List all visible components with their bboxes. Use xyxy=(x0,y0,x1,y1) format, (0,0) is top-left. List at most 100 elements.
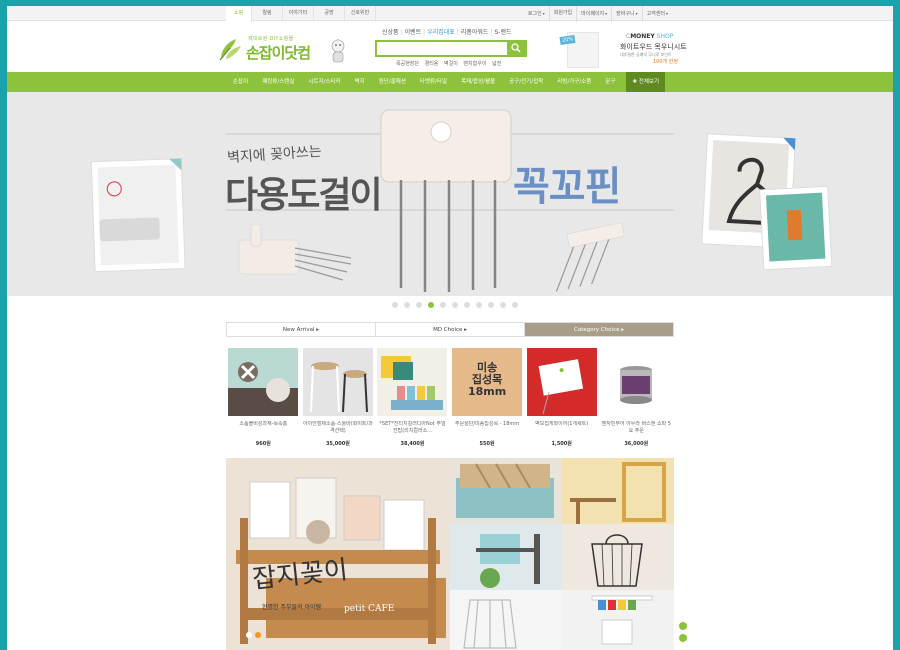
popular-keyword[interactable]: 벤치합우이 xyxy=(463,61,486,67)
product-image xyxy=(302,348,373,416)
feature-dot[interactable] xyxy=(246,632,252,638)
grid-photo-plants[interactable] xyxy=(450,524,562,590)
login-label: 로그인 xyxy=(527,11,542,17)
slider-dot-active[interactable] xyxy=(428,302,434,308)
slider-dot[interactable] xyxy=(512,302,518,308)
slider-dot[interactable] xyxy=(500,302,506,308)
product-name: 주문절단/미송집성목 - 18mm xyxy=(454,421,520,427)
site-logo[interactable]: 제대로된 DIY쇼핑몰 손잡이닷컴 xyxy=(218,30,348,70)
slider-dot[interactable] xyxy=(440,302,446,308)
product-card[interactable]: 미송 집성목 18mm 주문절단/미송집성목 - 18mm 550원 xyxy=(450,348,525,448)
slider-dot[interactable] xyxy=(392,302,398,308)
product-card[interactable]: 소품볼비성과재-목속홈 960원 xyxy=(226,348,301,448)
photo-grid xyxy=(450,458,674,650)
feature-dot-active[interactable] xyxy=(255,632,261,638)
tab-label: MD Choice xyxy=(433,327,463,333)
popular-keyword[interactable]: 넓전 xyxy=(492,61,501,67)
popular-keyword[interactable]: 목공현장단 xyxy=(396,61,419,67)
tab-signal[interactable]: 신호위반 xyxy=(345,6,376,21)
product-image xyxy=(526,348,597,416)
popular-keyword[interactable]: 경티용 xyxy=(425,61,439,67)
nav-item-fabric[interactable]: 원단/홈패션 xyxy=(372,72,413,92)
nav-item-living[interactable]: 리빙/가구/소품 xyxy=(550,72,598,92)
tab-workshop[interactable]: 공방 xyxy=(314,6,345,21)
tab-story[interactable]: 이야기터 xyxy=(283,6,314,21)
category-nav: 손잡이 패킹류/스탠실 시트지/스티커 벽지 원단/홈패션 타벳류/타일 목재/… xyxy=(7,72,893,92)
feature-subtitle: 현명한 주부들의 아이템 xyxy=(262,604,322,611)
slider-dot[interactable] xyxy=(488,302,494,308)
tab-md-choice[interactable]: MD Choice ▸ xyxy=(376,323,525,336)
search-input[interactable] xyxy=(377,42,507,55)
scroll-down-button[interactable] xyxy=(679,634,687,642)
grid-photo-books[interactable] xyxy=(562,590,674,650)
view-all-button[interactable]: ✚ 전체보기 xyxy=(626,72,666,92)
slider-dot[interactable] xyxy=(464,302,470,308)
product-price: 1,500원 xyxy=(551,441,572,447)
keyword-new[interactable]: 신상품 xyxy=(382,29,399,36)
signup-link[interactable]: 회원가입 xyxy=(548,6,576,22)
product-price: 36,000원 xyxy=(624,441,649,447)
hero-title-main: 다용도걸이 xyxy=(225,175,383,216)
grid-photo-shelves[interactable] xyxy=(562,458,674,524)
product-image xyxy=(228,348,299,416)
support-label: 고객센터 xyxy=(646,11,665,17)
product-name: 벽모집게와이어(1개세트) xyxy=(535,421,589,427)
promo-limit: 100개 한정 xyxy=(653,59,678,65)
grid-photo-rack[interactable] xyxy=(450,590,562,650)
promo-brand-suffix: SHOP xyxy=(654,33,674,40)
product-card[interactable]: 아이언철제소품-스툴바(화이트/과격선택) 35,000원 xyxy=(301,348,376,448)
product-card[interactable]: 벤자민무어 아우라 바스앤 쇼파 5요 주운 36,000원 xyxy=(599,348,674,448)
product-name: 소품볼비성과재-목속홈 xyxy=(239,421,288,427)
product-price: 35,000원 xyxy=(325,441,350,447)
keyword-home[interactable]: 우리집대표 xyxy=(427,29,455,36)
keyword-reform[interactable]: 리폼아워드 xyxy=(461,29,489,36)
feature-banner[interactable]: petit CAFE 잡지꽂이 현명한 주부들의 아이템 xyxy=(226,458,450,650)
slider-dot[interactable] xyxy=(452,302,458,308)
promo-banner[interactable]: 20% CMONEY SHOP 화이트우드 목우니시트 내추럴한 공예의 무니로… xyxy=(558,30,688,70)
popular-keyword[interactable]: 벽걸이 xyxy=(444,61,458,67)
nav-item-handles[interactable]: 손잡이 xyxy=(226,72,255,92)
nav-item-wallpaper[interactable]: 벽지 xyxy=(348,72,372,92)
product-badge-line: 18mm xyxy=(467,385,507,398)
top-utility-bar: 쇼핑 릴링 이야기터 공방 신호위반 로그인▾ 회원가입 마이페이지▾ 장바구니… xyxy=(7,6,893,22)
product-price: 38,400원 xyxy=(400,441,425,447)
tab-category-choice[interactable]: Category Choice ▸ xyxy=(525,323,673,336)
hero-illustration xyxy=(90,109,833,292)
hero-banner[interactable]: 벽지에 꽂아쓰는 다용도걸이 꼭꼬핀 xyxy=(7,92,893,296)
popular-keywords: 목공현장단 경티용 벽걸이 벤치합우이 넓전 xyxy=(396,60,505,67)
grid-photo-drawers[interactable] xyxy=(450,458,562,524)
slider-dot[interactable] xyxy=(404,302,410,308)
nav-item-sticker[interactable]: 시트지/스티커 xyxy=(301,72,347,92)
product-card[interactable]: *SET*친티치컬러디아Not 주얼진탑(리치컬러소... 38,400원 xyxy=(375,348,450,448)
nav-item-wood[interactable]: 목재/합성/웰볼 xyxy=(454,72,502,92)
view-all-label: 전체보기 xyxy=(638,79,660,85)
tab-label: Category Choice xyxy=(573,327,620,333)
grid-photo-basket[interactable] xyxy=(562,524,674,590)
tab-new-arrival[interactable]: New Arrival ▸ xyxy=(227,323,376,336)
keyword-event[interactable]: 이벤트 xyxy=(405,29,422,36)
slider-dot[interactable] xyxy=(416,302,422,308)
support-link[interactable]: 고객센터▾ xyxy=(641,6,672,22)
tab-reeling[interactable]: 릴링 xyxy=(252,6,283,21)
keyword-sland[interactable]: S-랜드 xyxy=(494,29,511,36)
slider-dot[interactable] xyxy=(476,302,482,308)
product-price: 960원 xyxy=(255,441,271,447)
logo-subtitle: 제대로된 DIY쇼핑몰 xyxy=(248,36,294,42)
nav-item-tile[interactable]: 타벳류/타일 xyxy=(413,72,454,92)
product-card[interactable]: 벽모집게와이어(1개세트) 1,500원 xyxy=(524,348,599,448)
tab-shopping[interactable]: 쇼핑 xyxy=(226,6,252,22)
search-button[interactable] xyxy=(507,42,525,55)
cart-link[interactable]: 장바구니▾ xyxy=(611,6,641,22)
nav-item-packing[interactable]: 패킹류/스탠실 xyxy=(255,72,301,92)
slider-dots xyxy=(392,302,524,308)
product-tabs: New Arrival ▸ MD Choice ▸ Category Choic… xyxy=(226,322,674,337)
scroll-up-button[interactable] xyxy=(679,622,687,630)
crate-label: petit CAFE xyxy=(344,604,395,614)
mypage-link[interactable]: 마이페이지▾ xyxy=(576,6,611,22)
nav-item-tools[interactable]: 공구/전기/접착 xyxy=(502,72,550,92)
page: 쇼핑 릴링 이야기터 공방 신호위반 로그인▾ 회원가입 마이페이지▾ 장바구니… xyxy=(7,6,893,650)
login-link[interactable]: 로그인▾ xyxy=(524,6,549,22)
logo-name: 손잡이닷컴 xyxy=(246,44,311,62)
promo-brand-main: MONEY xyxy=(630,33,655,40)
nav-item-stationery[interactable]: 문구 xyxy=(598,72,622,92)
